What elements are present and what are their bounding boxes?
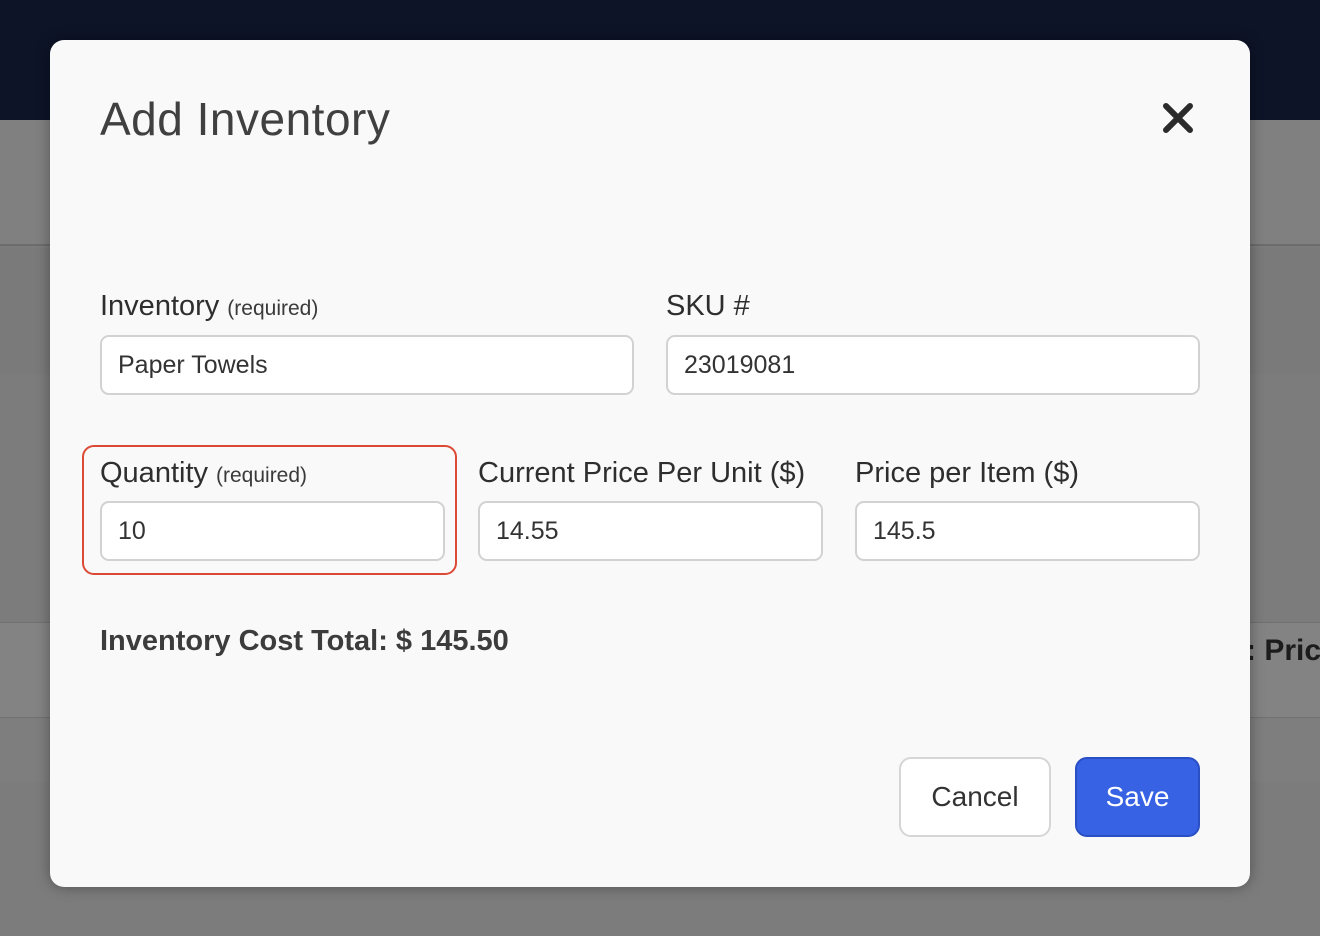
close-icon [1163,103,1193,133]
modal-title: Add Inventory [100,93,391,145]
current-price-label: Current Price Per Unit ($) [478,457,805,490]
inventory-input[interactable] [100,335,634,395]
sku-label: SKU # [666,290,750,323]
quantity-input[interactable] [100,501,445,561]
price-per-item-label: Price per Item ($) [855,457,1079,490]
save-button[interactable]: Save [1075,757,1200,837]
inventory-label: Inventory (required) [100,290,318,323]
inventory-cost-total: Inventory Cost Total: $ 145.50 [100,625,509,657]
sku-input[interactable] [666,335,1200,395]
quantity-required-note: (required) [216,464,308,487]
background-peek-text: : Price [1246,634,1320,667]
inventory-required-note: (required) [227,297,319,320]
price-per-item-label-text: Price per Item ($) [855,457,1079,489]
cancel-button[interactable]: Cancel [899,757,1051,837]
inventory-label-text: Inventory [100,290,220,322]
current-price-label-text: Current Price Per Unit ($) [478,457,806,489]
sku-label-text: SKU # [666,290,750,322]
quantity-label: Quantity (required) [100,457,307,490]
price-per-item-input[interactable] [855,501,1200,561]
quantity-label-text: Quantity [100,457,208,489]
close-button[interactable] [1158,98,1198,138]
add-inventory-modal: Add Inventory Inventory(required) SKU # … [50,40,1250,887]
current-price-input[interactable] [478,501,823,561]
